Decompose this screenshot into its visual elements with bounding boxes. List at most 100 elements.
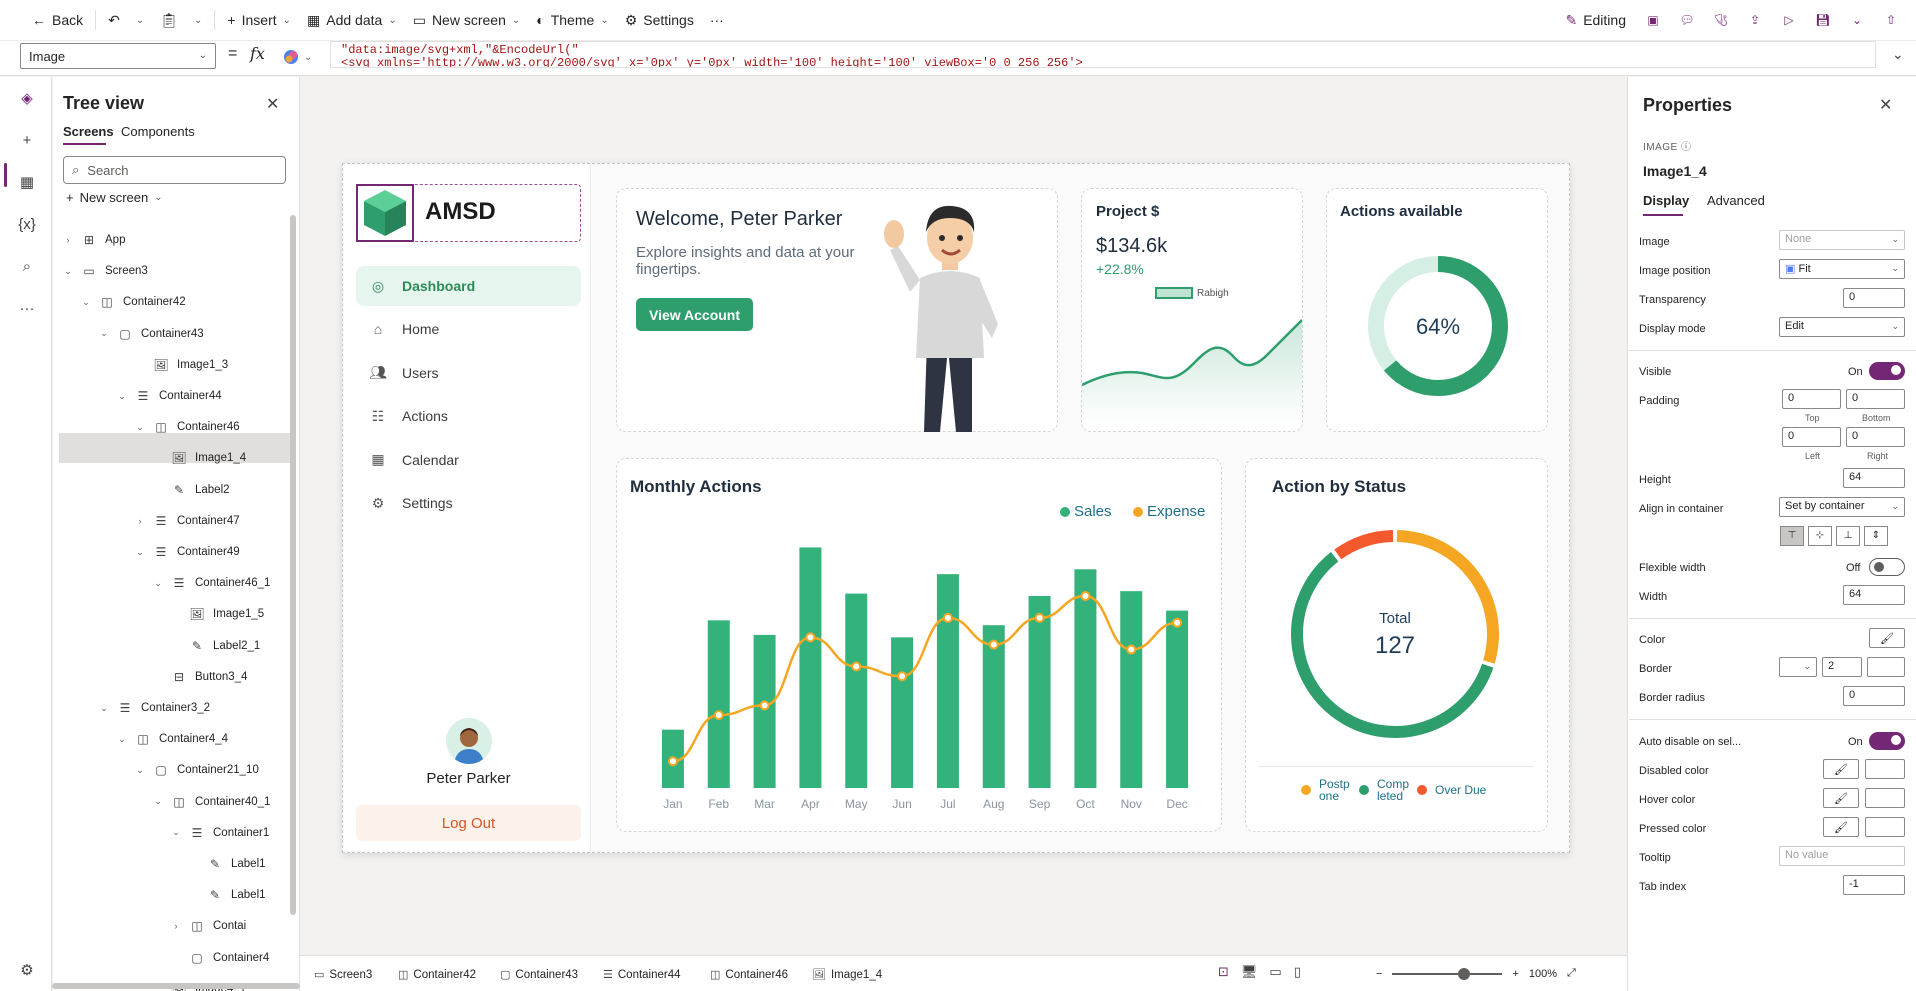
copilot-formula-button[interactable]: ⌄ [282,46,322,68]
chevron-right-icon[interactable]: › [63,235,73,245]
app-checker-icon[interactable]: 🩺︎ [1706,4,1736,36]
tree-item-image1-5[interactable]: 🖼︎ Image1_5 [171,599,264,629]
hover-color-swatch[interactable] [1865,788,1905,808]
tree-scrollbar-vertical[interactable] [290,215,296,915]
publish-icon[interactable]: ⇧ [1876,4,1906,36]
zoom-slider-thumb[interactable] [1458,967,1471,980]
expand-formula-chevron-icon[interactable]: ⌄ [1892,46,1904,63]
zoom-in-icon[interactable]: + [1512,968,1518,980]
tree-item-label2-1[interactable]: ✎ Label2_1 [171,631,260,661]
paste-button[interactable]: 📋︎ [152,4,186,36]
undo-button[interactable]: ↶ [100,4,128,36]
share-icon[interactable]: ⇪ [1740,4,1770,36]
new-screen-button[interactable]: ▭ New screen ⌄ [405,4,529,36]
padding-right-input[interactable]: 0 [1846,427,1905,447]
help-icon[interactable]: ⓘ [1681,142,1692,153]
chevron-right-icon[interactable]: › [171,921,181,931]
copilot-pane-icon[interactable]: ▣ [1638,4,1668,36]
chevron-down-icon[interactable]: ⌄ [81,297,91,308]
chevron-right-icon[interactable]: › [135,516,145,526]
nav-item-home[interactable]: ⌂ Home [356,309,581,349]
align-stretch-icon[interactable]: ⇕ [1864,526,1888,546]
tree-item-container42[interactable]: ⌄ ◫ Container42 [81,287,185,317]
more-button[interactable]: ··· [702,4,732,36]
paste-menu-button[interactable]: ⌄ [186,4,210,36]
auto-disable-toggle[interactable] [1869,732,1905,750]
chevron-down-icon[interactable]: ⌄ [99,328,109,339]
preview-play-icon[interactable]: ▷ [1774,4,1804,36]
tab-index-input[interactable]: -1 [1843,875,1905,895]
tree-item-app[interactable]: › ⊞ App [63,225,126,255]
fill-color-icon[interactable]: 🖌︎ [1869,628,1905,648]
chevron-down-icon[interactable]: ⌄ [135,422,145,433]
breadcrumb-screen3[interactable]: ▭ Screen3 [314,968,372,982]
nav-item-actions[interactable]: ☷ Actions [356,396,581,436]
insert-button[interactable]: + Insert ⌄ [219,4,299,36]
back-button[interactable]: ← Back [24,4,91,36]
tree-item-contai[interactable]: › ◫ Contai [171,911,247,941]
tree-item-container40-1[interactable]: ⌄ ◫ Container40_1 [153,787,270,817]
close-icon[interactable]: ✕ [266,94,279,114]
padding-top-input[interactable]: 0 [1782,389,1841,409]
pressed-color-swatch[interactable] [1865,817,1905,837]
breadcrumb-container44[interactable]: ☰ Container44 [603,968,681,982]
phone-icon[interactable]: ▯ [1294,964,1301,980]
tab-advanced[interactable]: Advanced [1707,193,1765,208]
tree-item-container44[interactable]: ⌄ ☰ Container44 [117,381,221,411]
pressed-fill-icon[interactable]: 🖌︎ [1823,817,1859,837]
nav-item-dashboard[interactable]: ◎ Dashboard [356,266,581,306]
tree-item-container4-4[interactable]: ⌄ ◫ Container4_4 [117,724,228,754]
align-top-icon[interactable]: ⊤ [1780,526,1804,546]
tree-view-icon[interactable]: ◈ [16,87,38,109]
tree-item-container21-10[interactable]: ⌄ ▢ Container21_10 [135,755,259,785]
tab-screens[interactable]: Screens [63,124,114,139]
tab-display[interactable]: Display [1643,193,1689,208]
width-input[interactable]: 64 [1843,585,1905,605]
breadcrumb-container43[interactable]: ▢ Container43 [500,968,578,982]
view-account-button[interactable]: View Account [636,298,753,331]
undo-menu-button[interactable]: ⌄ [128,4,152,36]
tree-item-container47[interactable]: › ☰ Container47 [135,506,240,536]
formula-editor[interactable]: "data:image/svg+xml,"&EncodeUrl(" <svg xm… [330,41,1876,68]
search-icon[interactable]: ⌕ [16,255,38,277]
tree-item-container49[interactable]: ⌄ ☰ Container49 [135,537,239,567]
chevron-down-icon[interactable]: ⌄ [171,827,181,838]
tablet-icon[interactable]: ▭ [1269,964,1281,980]
zoom-out-icon[interactable]: − [1376,968,1382,980]
breadcrumb-image1_4[interactable]: 🖼︎ Image1_4 [812,968,882,982]
settings-button[interactable]: ⚙ Settings [617,4,702,36]
insert-plus-icon[interactable]: + [16,129,38,151]
tab-components[interactable]: Components [121,124,195,139]
align-middle-icon[interactable]: ⊹ [1808,526,1832,546]
logout-button[interactable]: Log Out [356,805,581,841]
more-icon[interactable]: ··· [16,297,38,319]
tree-item-image1-4[interactable]: 🖼︎ Image1_4 [153,443,246,473]
tree-item-screen3[interactable]: ⌄ ▭ Screen3 [63,256,148,286]
settings-gear-icon[interactable]: ⚙ [16,959,38,981]
tree-item-container46-1[interactable]: ⌄ ☰ Container46_1 [153,568,270,598]
new-screen-tree-button[interactable]: + New screen ⌄ [66,190,163,205]
zoom-slider[interactable] [1392,967,1503,980]
flexible-width-toggle[interactable] [1869,558,1905,576]
chevron-down-icon[interactable]: ⌄ [117,391,127,402]
display-mode-dropdown[interactable]: Edit ⌄ [1779,317,1905,337]
padding-left-input[interactable]: 0 [1782,427,1841,447]
tree-item-container1[interactable]: ⌄ ☰ Container1 [171,818,269,848]
tree-search-input[interactable]: ⌕ Search [63,156,286,184]
theme-button[interactable]: ◐ Theme ⌄ [528,4,616,36]
tree-item-image1-3[interactable]: 🖼︎ Image1_3 [135,350,228,380]
align-dropdown[interactable]: Set by container ⌄ [1779,497,1905,517]
align-bottom-icon[interactable]: ⊥ [1836,526,1860,546]
property-dropdown[interactable]: Image ⌄ [20,43,216,69]
border-color-swatch[interactable] [1867,657,1905,677]
disabled-fill-icon[interactable]: 🖌︎ [1823,759,1859,779]
tree-item-label2[interactable]: ✎ Label2 [153,475,230,505]
close-icon[interactable]: ✕ [1879,95,1892,115]
editing-button[interactable]: ✎ Editing [1557,4,1634,36]
desktop-icon[interactable]: 🖥︎ [1241,964,1258,980]
tree-item-button3-4[interactable]: ⊟ Button3_4 [153,662,247,692]
chevron-down-icon[interactable]: ⌄ [117,734,127,745]
variables-icon[interactable]: {x} [16,213,38,235]
border-style-dropdown[interactable]: ⌄ [1779,657,1817,677]
tree-item-container4[interactable]: ▢ Container4 [171,943,269,973]
